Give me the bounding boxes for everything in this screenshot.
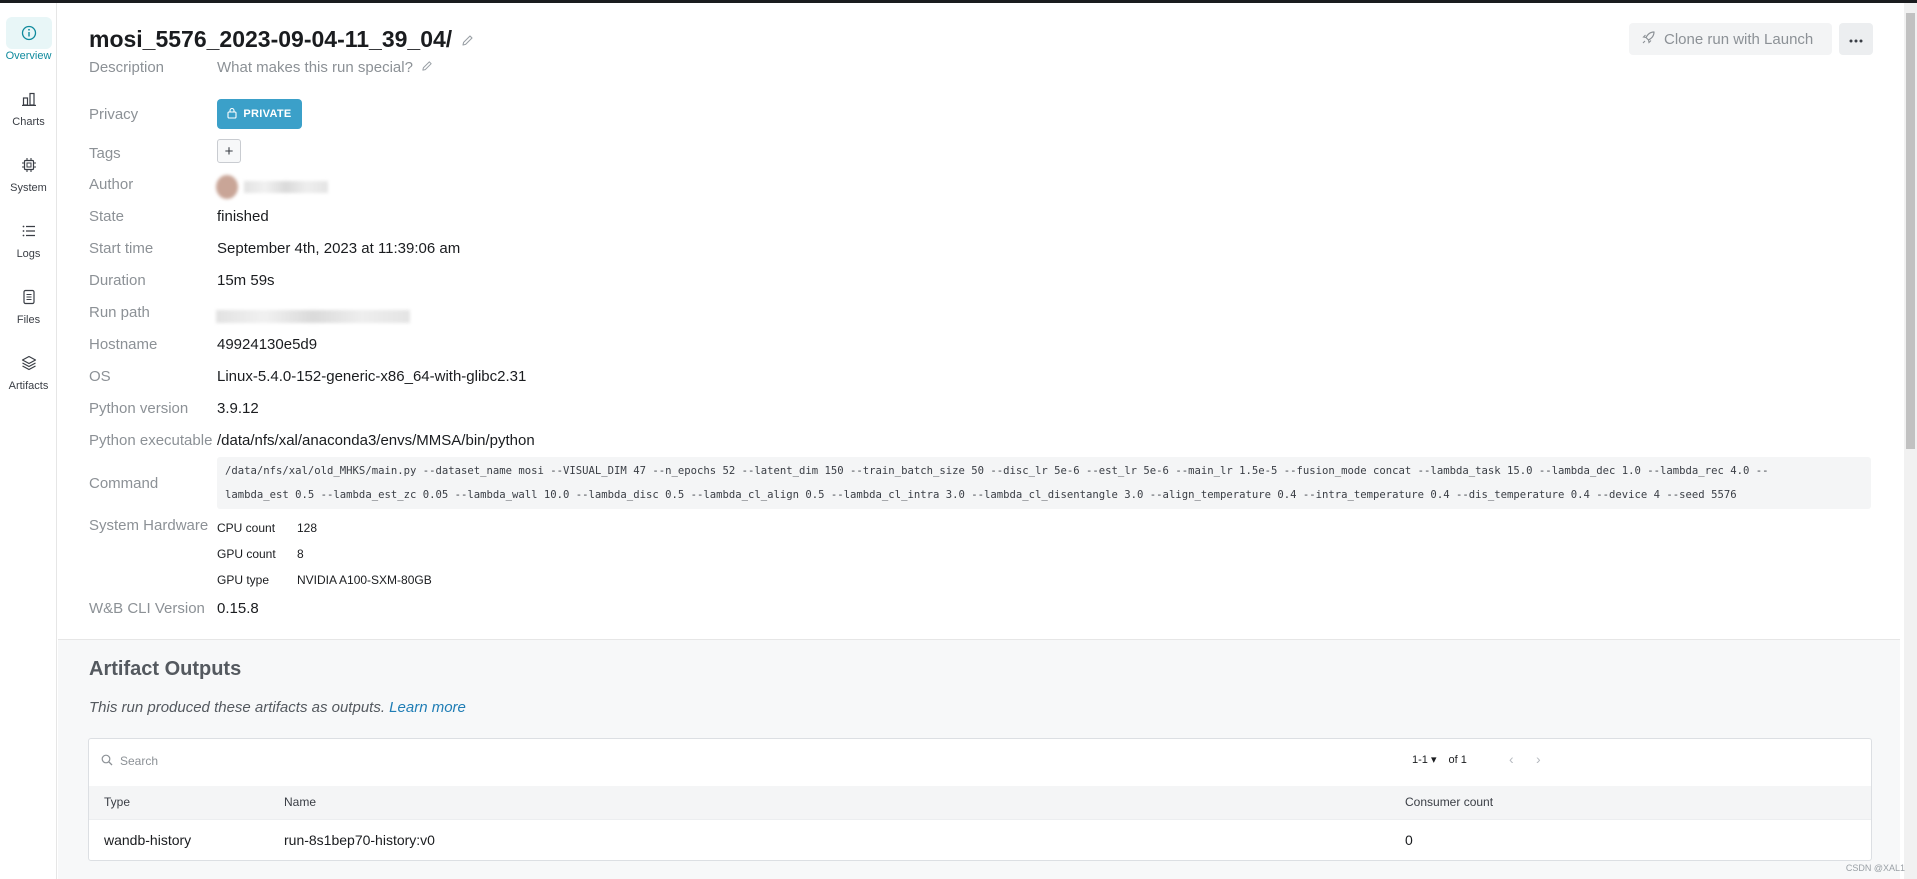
clone-run-button[interactable]: Clone run with Launch	[1629, 23, 1832, 55]
learn-more-link[interactable]: Learn more	[389, 699, 466, 716]
watermark: CSDN @XAL1	[1845, 863, 1905, 873]
run-path-redacted[interactable]	[216, 310, 410, 323]
page-range-select[interactable]: 1-1 ▾	[1412, 753, 1436, 766]
sidebar-item-system[interactable]: System	[0, 143, 57, 199]
python-version-key: Python version	[89, 400, 189, 417]
cell-name[interactable]: run-8s1bep70-history:v0	[284, 820, 435, 860]
page-title: mosi_5576_2023-09-04-11_39_04/	[89, 26, 474, 53]
section-title: Artifact Outputs	[89, 658, 242, 680]
sidebar-item-overview[interactable]: Overview	[0, 11, 57, 67]
os-value: Linux-5.4.0-152-generic-x86_64-with-glib…	[217, 368, 527, 385]
ellipsis-icon	[1849, 30, 1863, 48]
system-hardware-key: System Hardware	[89, 517, 209, 534]
avatar[interactable]	[216, 175, 238, 199]
artifacts-table: Search 1-1 ▾ of 1 ‹ › Type Name Consumer…	[88, 738, 1872, 861]
rocket-icon	[1641, 30, 1656, 49]
sidebar-item-label: Charts	[12, 115, 45, 128]
hardware-key: GPU count	[217, 547, 276, 561]
run-path-key: Run path	[89, 304, 150, 321]
sidebar-item-charts[interactable]: Charts	[0, 77, 57, 133]
duration-key: Duration	[89, 272, 146, 289]
hardware-value: 8	[297, 547, 304, 561]
table-row[interactable]: wandb-history run-8s1bep70-history:v0 0	[89, 819, 1871, 860]
column-header-type[interactable]: Type	[104, 786, 130, 819]
sidebar-item-label: Files	[16, 313, 41, 326]
cpu-chip-icon	[6, 149, 52, 181]
search-placeholder: Search	[120, 754, 159, 768]
chevron-right-icon[interactable]: ›	[1536, 751, 1541, 767]
list-icon	[6, 215, 52, 247]
scrollbar-thumb[interactable]	[1906, 13, 1915, 449]
sidebar-item-label: Logs	[16, 247, 41, 260]
column-header-name[interactable]: Name	[284, 786, 316, 819]
cell-consumer-count: 0	[1405, 832, 1413, 848]
python-version-value: 3.9.12	[217, 400, 259, 417]
hardware-key: CPU count	[217, 521, 276, 535]
more-options-button[interactable]	[1839, 23, 1873, 55]
column-header-consumer-count[interactable]: Consumer count	[1405, 786, 1493, 819]
duration-value: 15m 59s	[217, 272, 275, 289]
section-subtitle: This run produced these artifacts as out…	[89, 699, 466, 716]
os-key: OS	[89, 368, 111, 385]
start-time-value: September 4th, 2023 at 11:39:06 am	[217, 240, 461, 257]
edit-pencil-icon[interactable]	[421, 59, 433, 76]
sidebar-item-label: Artifacts	[8, 379, 49, 392]
python-executable-value: /data/nfs/xal/anaconda3/envs/MMSA/bin/py…	[217, 432, 535, 449]
run-overview: mosi_5576_2023-09-04-11_39_04/ Clone run…	[58, 3, 1900, 879]
search-input[interactable]: Search	[101, 751, 501, 771]
section-subtitle-text: This run produced these artifacts as out…	[89, 699, 385, 716]
command-line: lambda_est 0.5 --lambda_est_zc 0.05 --la…	[225, 489, 1737, 501]
cell-type: wandb-history	[104, 832, 192, 848]
hostname-value: 49924130e5d9	[217, 336, 318, 353]
hardware-key: GPU type	[217, 573, 270, 587]
hardware-value: NVIDIA A100-SXM-80GB	[297, 573, 432, 587]
add-tag-button[interactable]: +	[217, 139, 241, 163]
table-header: Type Name Consumer count	[89, 786, 1871, 819]
pagination: 1-1 ▾ of 1 ‹ ›	[1412, 751, 1541, 767]
hostname-key: Hostname	[89, 336, 158, 353]
run-name: mosi_5576_2023-09-04-11_39_04/	[89, 26, 453, 52]
layers-icon	[6, 347, 52, 379]
description-placeholder: What makes this run special?	[217, 59, 413, 76]
description-field[interactable]: What makes this run special?	[217, 59, 433, 76]
cli-version-key: W&B CLI Version	[89, 600, 205, 617]
chevron-left-icon[interactable]: ‹	[1509, 751, 1514, 767]
command-block[interactable]: /data/nfs/xal/old_MHKS/main.py --dataset…	[217, 457, 1871, 509]
file-icon	[6, 281, 52, 313]
sidebar-item-files[interactable]: Files	[0, 275, 57, 331]
clone-run-label: Clone run with Launch	[1664, 30, 1814, 48]
start-time-key: Start time	[89, 240, 154, 257]
description-key: Description	[89, 59, 165, 76]
sidebar-item-label: Overview	[5, 49, 52, 62]
privacy-key: Privacy	[89, 106, 139, 123]
sidebar-item-logs[interactable]: Logs	[0, 209, 57, 265]
sidebar-item-label: System	[10, 181, 47, 194]
scrollbar[interactable]	[1904, 3, 1917, 879]
bar-chart-icon	[6, 83, 52, 115]
privacy-toggle-button[interactable]: PRIVATE	[217, 99, 302, 129]
privacy-label: PRIVATE	[243, 108, 292, 120]
cli-version-value: 0.15.8	[217, 600, 259, 617]
python-executable-key: Python executable	[89, 432, 213, 449]
tags-key: Tags	[89, 145, 121, 162]
lock-icon	[227, 107, 237, 122]
state-key: State	[89, 208, 125, 225]
state-value: finished	[217, 208, 269, 225]
info-icon	[5, 16, 52, 49]
sidebar: Overview Charts System Logs Files Artifa…	[0, 3, 57, 879]
author-key: Author	[89, 176, 134, 193]
hardware-value: 128	[297, 521, 318, 535]
sidebar-item-artifacts[interactable]: Artifacts	[0, 341, 57, 397]
author-name-redacted[interactable]	[244, 181, 328, 193]
command-line: /data/nfs/xal/old_MHKS/main.py --dataset…	[225, 465, 1769, 477]
page-total: of 1	[1448, 753, 1467, 766]
search-icon	[101, 754, 113, 769]
artifact-outputs-section: Artifact Outputs This run produced these…	[58, 639, 1900, 879]
edit-pencil-icon[interactable]	[461, 26, 474, 53]
command-key: Command	[89, 475, 159, 492]
